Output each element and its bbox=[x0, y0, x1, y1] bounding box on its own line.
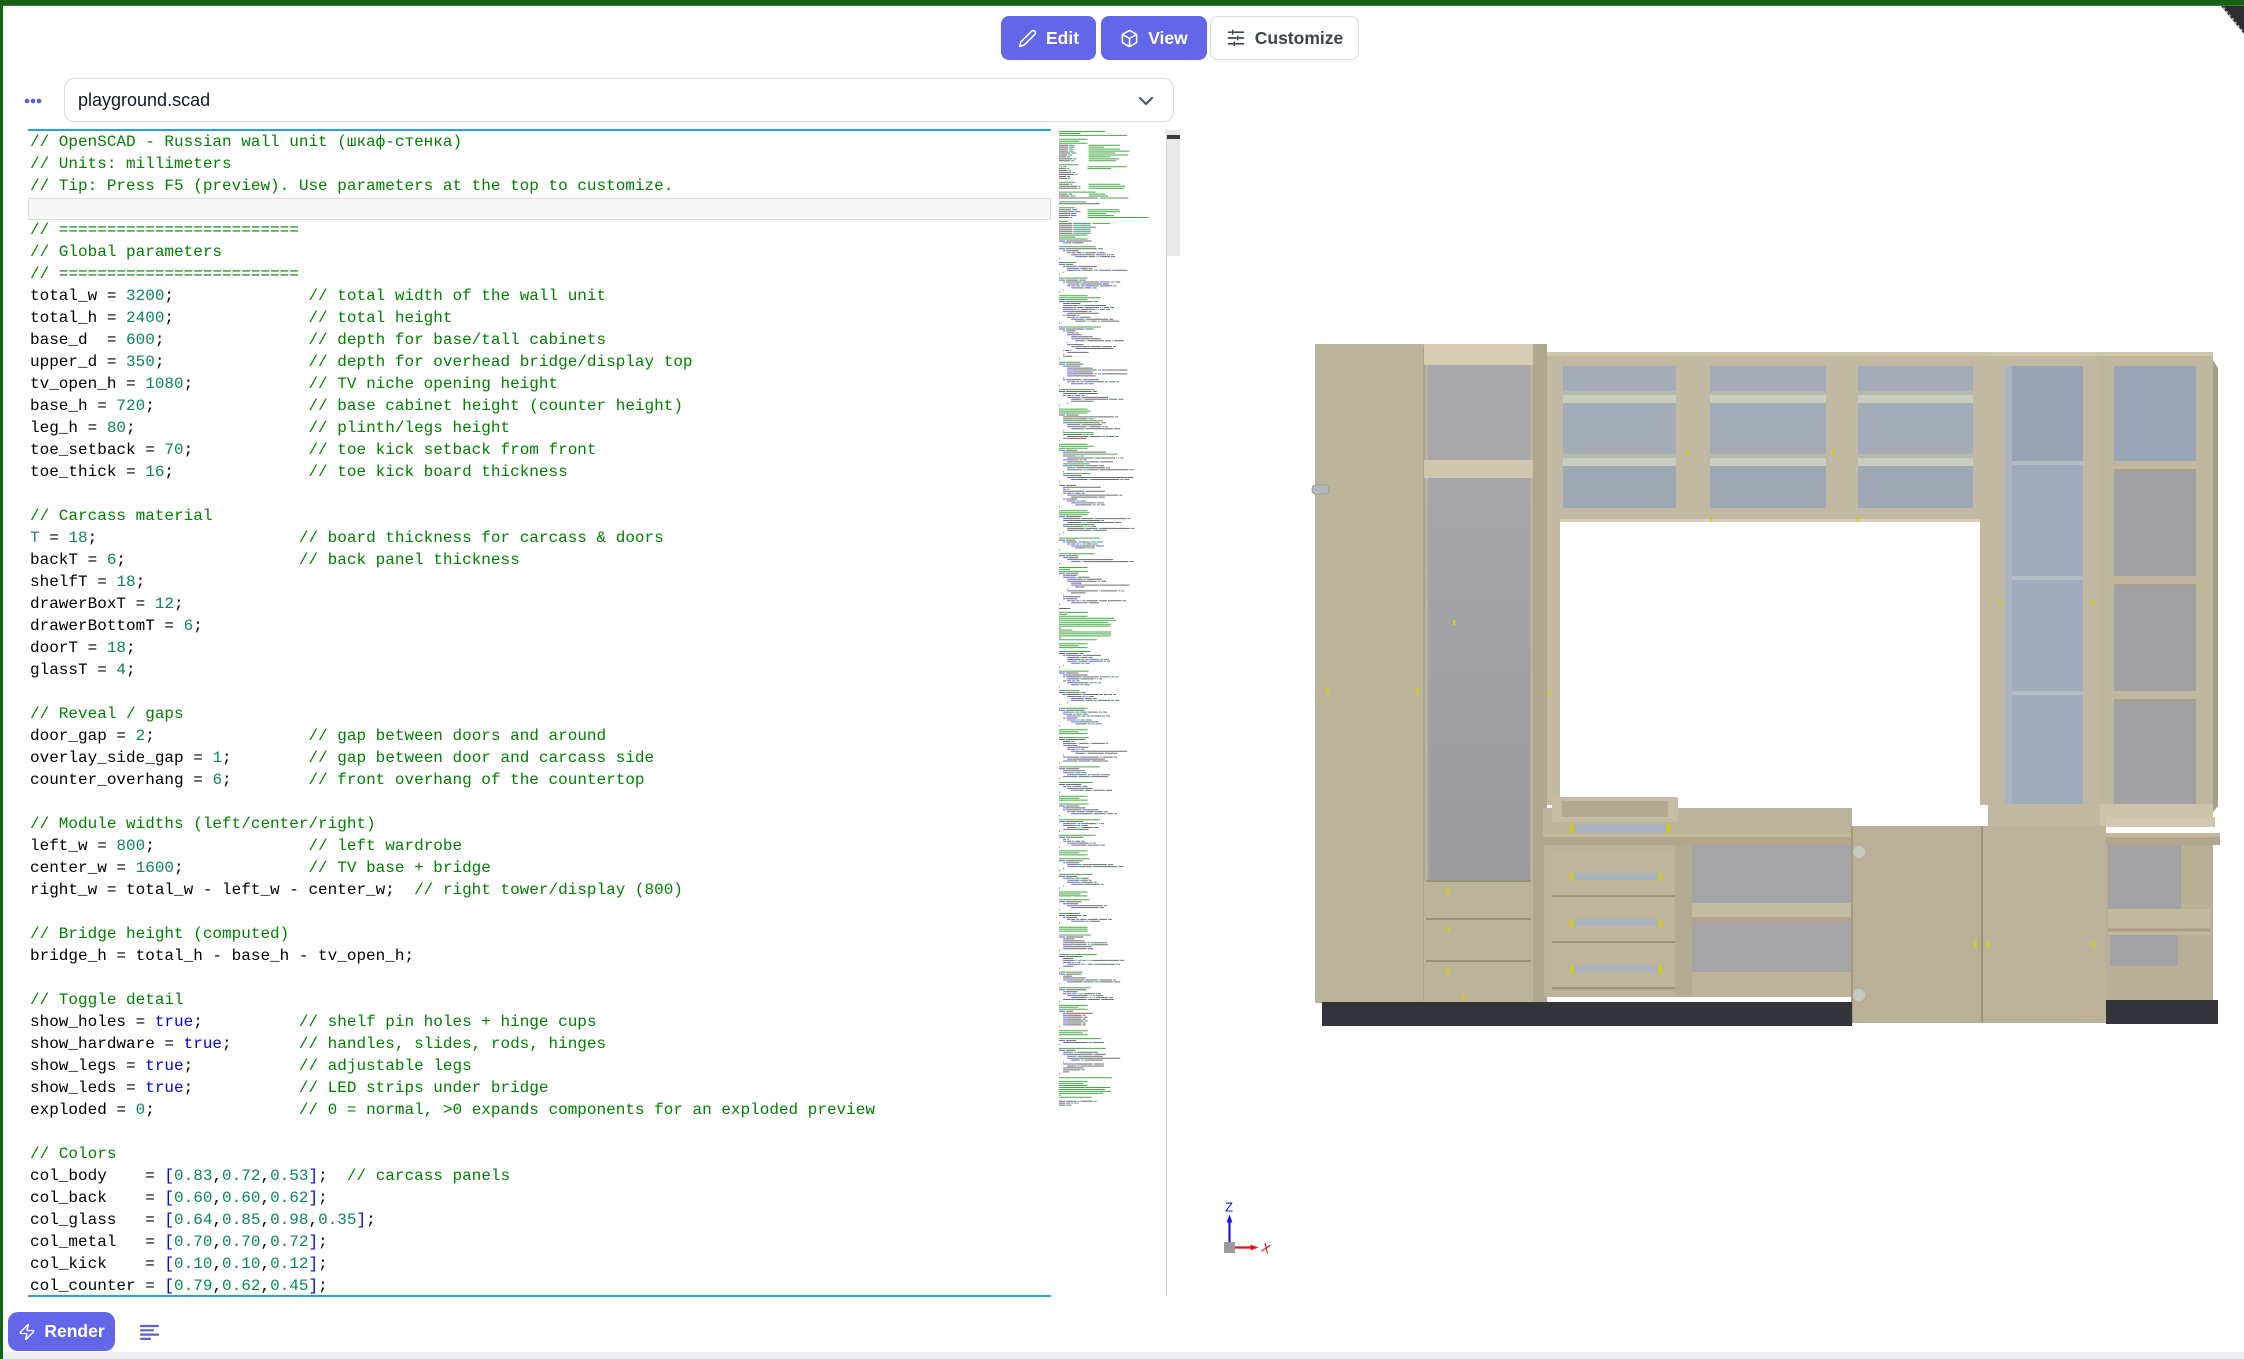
svg-text:X: X bbox=[1259, 1242, 1272, 1259]
svg-text:Z: Z bbox=[1225, 1202, 1233, 1217]
